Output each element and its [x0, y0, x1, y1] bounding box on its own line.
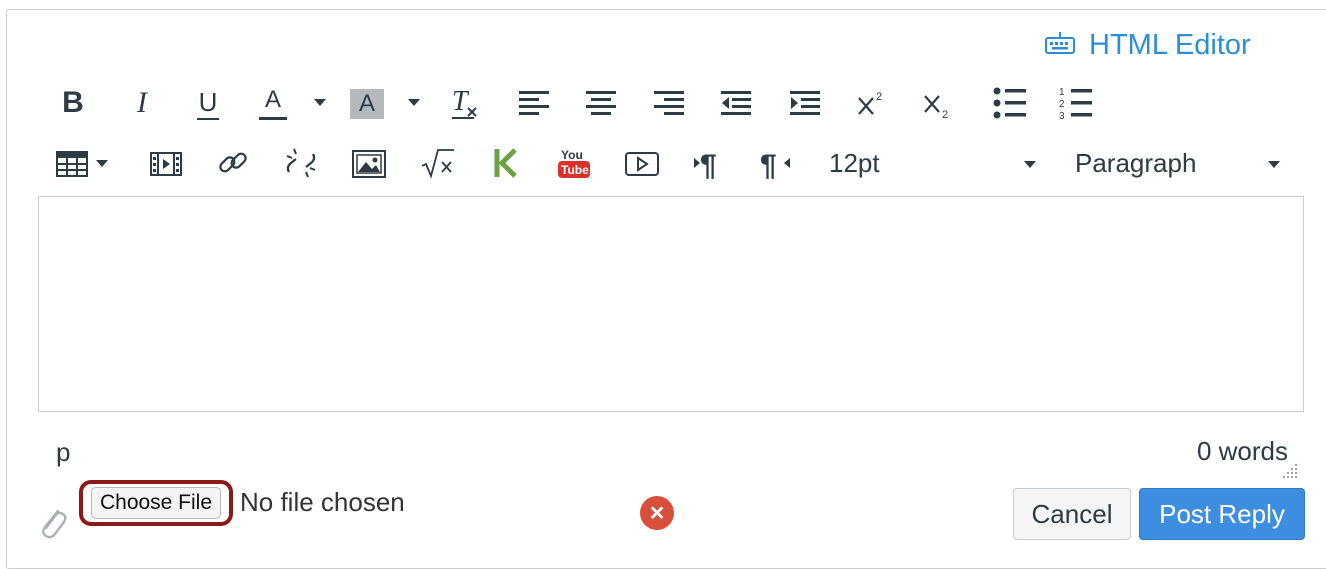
font-color-button[interactable]: A	[256, 86, 290, 122]
outdent-icon[interactable]	[720, 88, 752, 118]
clear-formatting-icon[interactable]: T	[448, 86, 482, 122]
ltr-paragraph-icon[interactable]: ¶	[692, 146, 726, 180]
format-dropdown-icon[interactable]	[1268, 161, 1280, 168]
align-right-icon[interactable]	[653, 88, 685, 118]
post-reply-button[interactable]: Post Reply	[1139, 488, 1305, 540]
html-editor-label: HTML Editor	[1089, 28, 1251, 61]
rich-content-editor[interactable]	[38, 196, 1304, 412]
table-dropdown-icon[interactable]	[96, 160, 108, 167]
svg-text:You: You	[561, 148, 583, 162]
element-path: p	[56, 437, 71, 467]
rtl-paragraph-icon[interactable]: ¶	[760, 146, 796, 180]
italic-button[interactable]: I	[128, 88, 156, 118]
subscript-icon[interactable]: 2	[922, 90, 954, 120]
font-size-select[interactable]: 12pt	[829, 148, 1047, 182]
font-size-dropdown-icon[interactable]	[1024, 161, 1036, 168]
video-play-icon[interactable]	[624, 150, 660, 178]
svg-text:2: 2	[942, 109, 948, 120]
choose-file-button[interactable]: Choose File	[90, 487, 222, 519]
table-icon[interactable]	[56, 150, 88, 178]
background-color-dropdown-icon[interactable]	[408, 99, 420, 106]
superscript-icon[interactable]: 2	[856, 88, 888, 118]
keyboard-icon	[1045, 29, 1075, 62]
svg-text:T: T	[452, 86, 470, 117]
format-select[interactable]: Paragraph	[1075, 148, 1285, 182]
word-count: 0 words	[1196, 436, 1288, 466]
no-file-label: No file chosen	[240, 487, 405, 517]
image-icon[interactable]	[352, 150, 386, 178]
paperclip-icon	[38, 505, 68, 546]
choose-file-highlight: Choose File	[79, 480, 233, 526]
svg-text:2: 2	[1059, 99, 1065, 110]
unlink-icon[interactable]	[284, 146, 318, 180]
underline-button[interactable]: U	[194, 86, 222, 122]
svg-text:¶: ¶	[760, 149, 777, 180]
svg-text:1: 1	[1059, 87, 1065, 98]
kaltura-icon[interactable]	[492, 146, 520, 180]
align-center-icon[interactable]	[585, 88, 617, 118]
numbered-list-icon[interactable]: 123	[1059, 86, 1093, 120]
equation-icon[interactable]	[420, 148, 456, 180]
format-value: Paragraph	[1075, 148, 1197, 178]
link-icon[interactable]	[216, 146, 250, 180]
bold-button[interactable]: B	[58, 88, 88, 118]
html-editor-link[interactable]: HTML Editor	[1045, 28, 1251, 62]
background-color-button[interactable]: A	[350, 86, 384, 122]
svg-text:¶: ¶	[700, 149, 717, 180]
resize-handle-icon[interactable]	[1281, 462, 1299, 485]
font-size-value: 12pt	[829, 148, 880, 178]
cancel-button[interactable]: Cancel	[1013, 488, 1131, 540]
bullet-list-icon[interactable]	[993, 86, 1027, 120]
media-icon[interactable]	[150, 150, 182, 178]
indent-icon[interactable]	[789, 88, 821, 118]
svg-text:2: 2	[876, 91, 882, 103]
remove-attachment-icon[interactable]: ×	[640, 496, 674, 530]
align-left-icon[interactable]	[518, 88, 550, 118]
svg-text:3: 3	[1059, 111, 1065, 120]
youtube-icon[interactable]: You Tube	[556, 146, 592, 180]
font-color-dropdown-icon[interactable]	[314, 99, 326, 106]
svg-text:Tube: Tube	[561, 163, 589, 177]
